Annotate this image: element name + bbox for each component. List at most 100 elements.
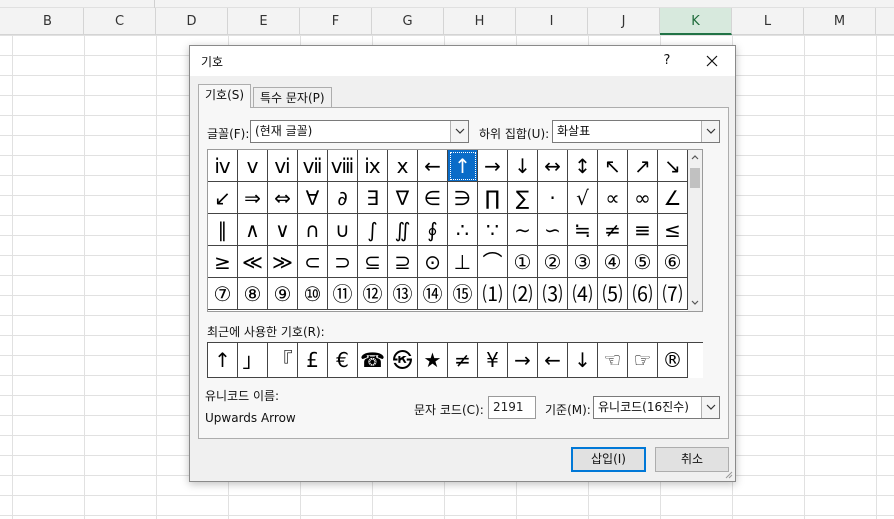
symbol-cell[interactable]: ⑬ <box>388 278 418 310</box>
symbol-cell[interactable]: ≥ <box>208 246 238 278</box>
symbol-cell[interactable]: ⑦ <box>208 278 238 310</box>
symbol-cell[interactable]: · <box>538 182 568 214</box>
symbol-cell[interactable]: ∥ <box>208 214 238 246</box>
scroll-down-button[interactable] <box>688 295 702 311</box>
recent-symbol[interactable]: 」 <box>238 343 268 378</box>
recent-symbol[interactable]: € <box>328 343 358 378</box>
symbol-cell[interactable]: ∀ <box>298 182 328 214</box>
symbol-cell[interactable]: ⊥ <box>448 246 478 278</box>
symbol-cell[interactable]: ≫ <box>268 246 298 278</box>
recent-symbol[interactable]: ☞ <box>628 343 658 378</box>
insert-button[interactable]: 삽입(I) <box>571 447 646 472</box>
symbol-scrollbar[interactable] <box>688 150 702 311</box>
symbol-cell[interactable]: ↙ <box>208 182 238 214</box>
symbol-cell[interactable]: ⑮ <box>448 278 478 310</box>
recent-symbol[interactable]: ¥ <box>478 343 508 378</box>
symbol-cell[interactable]: ∞ <box>628 182 658 214</box>
symbol-cell[interactable]: ⑩ <box>298 278 328 310</box>
symbol-cell[interactable]: ⌒ <box>478 246 508 278</box>
symbol-cell[interactable]: √ <box>568 182 598 214</box>
symbol-cell[interactable]: ↕ <box>568 150 598 182</box>
symbol-cell[interactable]: ⊇ <box>388 246 418 278</box>
symbol-cell[interactable]: ⑴ <box>478 278 508 310</box>
font-dropdown[interactable]: (현재 글꼴) <box>250 120 469 143</box>
dialog-titlebar[interactable]: 기호 ? <box>190 46 735 76</box>
symbol-cell[interactable]: ⑭ <box>418 278 448 310</box>
subset-dropdown[interactable]: 화살표 <box>552 120 720 143</box>
symbol-cell[interactable]: ⑵ <box>508 278 538 310</box>
symbol-cell[interactable]: ∫ <box>358 214 388 246</box>
from-dropdown[interactable]: 유니코드(16진수) <box>593 396 720 419</box>
symbol-cell[interactable]: ⑨ <box>268 278 298 310</box>
symbol-cell[interactable]: ④ <box>598 246 628 278</box>
symbol-cell[interactable]: ∽ <box>538 214 568 246</box>
symbol-cell[interactable]: ⊆ <box>358 246 388 278</box>
symbol-cell[interactable]: ∴ <box>448 214 478 246</box>
recent-symbol[interactable]: ← <box>538 343 568 378</box>
symbol-cell[interactable]: ⊙ <box>418 246 448 278</box>
symbol-cell[interactable]: ↔ <box>538 150 568 182</box>
column-header-e[interactable]: E <box>228 8 300 35</box>
symbol-cell[interactable]: ⑤ <box>628 246 658 278</box>
recent-symbol[interactable]: ↑ <box>208 343 238 378</box>
symbol-cell[interactable]: ∇ <box>388 182 418 214</box>
symbol-cell[interactable]: → <box>478 150 508 182</box>
help-button[interactable]: ? <box>656 50 678 72</box>
symbol-cell[interactable]: ∂ <box>328 182 358 214</box>
tab-special-characters[interactable]: 특수 문자(P) <box>253 87 332 108</box>
symbol-cell[interactable]: ↗ <box>628 150 658 182</box>
symbol-cell[interactable]: ⅸ <box>358 150 388 182</box>
symbol-cell[interactable]: ↘ <box>658 150 688 182</box>
symbol-cell[interactable]: ∋ <box>448 182 478 214</box>
symbol-cell[interactable]: ⅷ <box>328 150 358 182</box>
column-header-i[interactable]: I <box>516 8 588 35</box>
symbol-cell[interactable]: ⊂ <box>298 246 328 278</box>
cancel-button[interactable]: 취소 <box>655 447 729 472</box>
column-header-g[interactable]: G <box>372 8 444 35</box>
symbol-cell[interactable]: ↑ <box>448 150 478 182</box>
symbol-cell[interactable]: ≡ <box>628 214 658 246</box>
symbol-cell[interactable]: ⇒ <box>238 182 268 214</box>
symbol-cell[interactable]: ⑷ <box>568 278 598 310</box>
recent-symbol[interactable]: ≠ <box>448 343 478 378</box>
symbol-cell[interactable]: ∃ <box>358 182 388 214</box>
symbol-cell[interactable]: ≠ <box>598 214 628 246</box>
column-header-h[interactable]: H <box>444 8 516 35</box>
symbol-cell[interactable]: ∬ <box>388 214 418 246</box>
column-header-k[interactable]: K <box>660 8 732 35</box>
symbol-cell[interactable]: ≪ <box>238 246 268 278</box>
char-code-input[interactable]: 2191 <box>488 396 536 419</box>
symbol-cell[interactable]: ≤ <box>658 214 688 246</box>
symbol-cell[interactable]: ⅴ <box>238 150 268 182</box>
recent-symbol[interactable]: £ <box>298 343 328 378</box>
symbol-cell[interactable]: ⑪ <box>328 278 358 310</box>
symbol-cell[interactable]: ③ <box>568 246 598 278</box>
recent-symbol[interactable]: ☜ <box>598 343 628 378</box>
symbol-cell[interactable]: ↓ <box>508 150 538 182</box>
recent-symbol[interactable]: → <box>508 343 538 378</box>
column-header-l[interactable]: L <box>732 8 804 35</box>
symbol-cell[interactable]: ∝ <box>598 182 628 214</box>
recent-symbol[interactable]: ® <box>658 343 688 378</box>
symbol-cell[interactable]: ∏ <box>478 182 508 214</box>
symbol-cell[interactable]: ⑶ <box>538 278 568 310</box>
symbol-cell[interactable]: ⅳ <box>208 150 238 182</box>
symbol-cell[interactable]: ∨ <box>268 214 298 246</box>
symbol-cell[interactable]: ∈ <box>418 182 448 214</box>
recent-symbol[interactable]: 『 <box>268 343 298 378</box>
scroll-up-button[interactable] <box>688 150 702 166</box>
symbol-cell[interactable]: ② <box>538 246 568 278</box>
symbol-cell[interactable]: ∪ <box>328 214 358 246</box>
symbol-cell[interactable]: ⊃ <box>328 246 358 278</box>
close-button[interactable] <box>696 48 728 74</box>
recent-symbol[interactable]: ☎ <box>358 343 388 378</box>
symbol-cell[interactable]: ∮ <box>418 214 448 246</box>
column-header-d[interactable]: D <box>156 8 228 35</box>
symbol-cell[interactable]: ∠ <box>658 182 688 214</box>
symbol-cell[interactable]: ① <box>508 246 538 278</box>
symbol-cell[interactable]: ≒ <box>568 214 598 246</box>
symbol-cell[interactable]: ∩ <box>298 214 328 246</box>
symbol-cell[interactable]: ∑ <box>508 182 538 214</box>
recent-symbol[interactable]: ↓ <box>568 343 598 378</box>
tab-symbols[interactable]: 기호(S) <box>198 84 252 108</box>
